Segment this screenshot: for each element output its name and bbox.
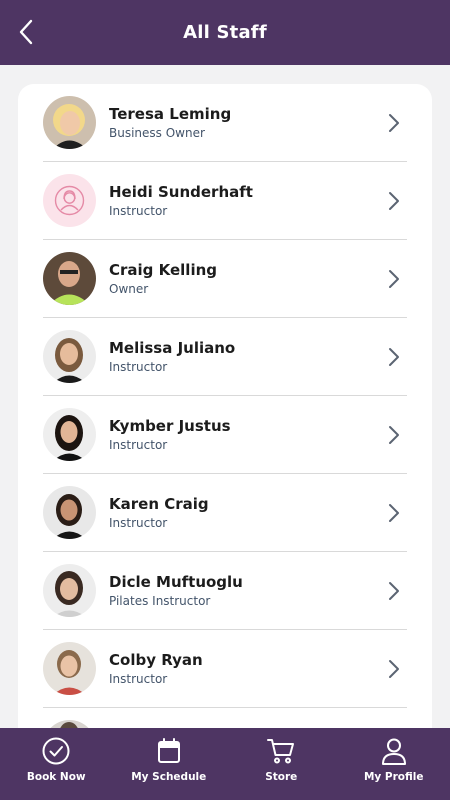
staff-name: Heidi Sunderhaft	[109, 182, 253, 201]
staff-row-dicle-muftuoglu[interactable]: Dicle Muftuoglu Pilates Instructor	[43, 552, 407, 630]
avatar	[43, 642, 96, 695]
chevron-right-icon	[389, 659, 399, 678]
chevron-right-icon	[389, 191, 399, 210]
back-button[interactable]	[8, 14, 44, 50]
staff-row-teresa-leming[interactable]: Teresa Leming Business Owner	[43, 84, 407, 162]
avatar	[43, 174, 96, 227]
staff-card: Teresa Leming Business Owner Heidi Sunde…	[18, 84, 432, 784]
user-icon	[381, 738, 406, 765]
chevron-right-icon	[389, 581, 399, 600]
check-circle-icon	[42, 737, 70, 765]
nav-book-now[interactable]: Book Now	[0, 728, 113, 800]
staff-row-karen-craig[interactable]: Karen Craig Instructor	[43, 474, 407, 552]
calendar-icon	[157, 738, 180, 763]
staff-role: Instructor	[109, 359, 168, 374]
chevron-right-icon	[389, 113, 399, 132]
staff-role: Owner	[109, 281, 149, 296]
staff-role: Business Owner	[109, 125, 205, 140]
bottom-nav: Book Now My Schedule Store My Profile	[0, 728, 450, 800]
nav-store[interactable]: Store	[225, 728, 338, 800]
staff-name: Kymber Justus	[109, 416, 231, 435]
nav-my-schedule[interactable]: My Schedule	[113, 728, 226, 800]
staff-role: Instructor	[109, 671, 168, 686]
avatar	[43, 252, 96, 305]
chevron-left-icon	[19, 19, 33, 45]
staff-row-melissa-juliano[interactable]: Melissa Juliano Instructor	[43, 318, 407, 396]
page-title: All Staff	[183, 22, 267, 43]
staff-name: Melissa Juliano	[109, 338, 236, 357]
chevron-right-icon	[389, 503, 399, 522]
staff-name: Colby Ryan	[109, 650, 203, 669]
staff-list: Teresa Leming Business Owner Heidi Sunde…	[18, 84, 432, 784]
nav-label: Book Now	[26, 771, 86, 783]
avatar	[43, 96, 96, 149]
staff-role: Instructor	[109, 203, 168, 218]
nav-label: My Profile	[363, 771, 424, 783]
avatar	[43, 486, 96, 539]
staff-row-kymber-justus[interactable]: Kymber Justus Instructor	[43, 396, 407, 474]
chevron-right-icon	[389, 425, 399, 444]
staff-row-colby-ryan[interactable]: Colby Ryan Instructor	[43, 630, 407, 708]
staff-name: Teresa Leming	[109, 104, 232, 123]
chevron-right-icon	[389, 347, 399, 366]
staff-role: Instructor	[109, 515, 168, 530]
avatar	[43, 408, 96, 461]
nav-label: My Schedule	[131, 771, 207, 783]
staff-name: Karen Craig	[109, 494, 209, 513]
nav-label: Store	[265, 771, 298, 783]
nav-my-profile[interactable]: My Profile	[338, 728, 450, 800]
avatar	[43, 564, 96, 617]
cart-icon	[267, 739, 295, 764]
chevron-right-icon	[389, 269, 399, 288]
staff-row-craig-kelling[interactable]: Craig Kelling Owner	[43, 240, 407, 318]
staff-role: Instructor	[109, 437, 168, 452]
app-header: All Staff	[0, 0, 450, 65]
staff-role: Pilates Instructor	[109, 593, 211, 608]
staff-row-heidi-sunderhaft[interactable]: Heidi Sunderhaft Instructor	[43, 162, 407, 240]
staff-name: Craig Kelling	[109, 260, 218, 279]
avatar	[43, 330, 96, 383]
staff-name: Dicle Muftuoglu	[109, 572, 243, 591]
user-placeholder-icon	[43, 174, 96, 227]
